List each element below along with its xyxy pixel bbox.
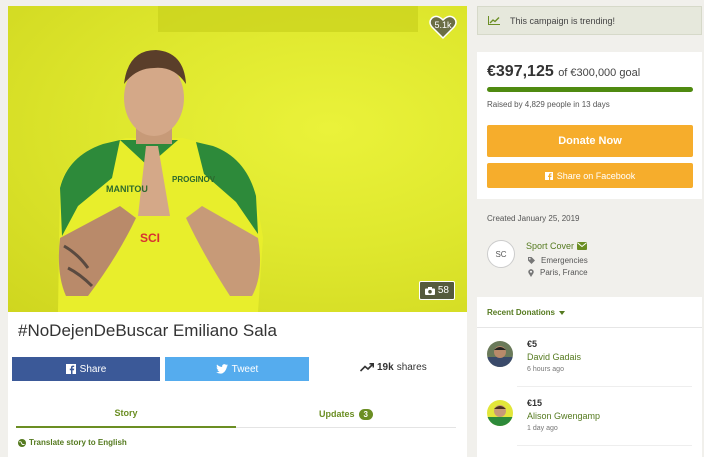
organizer-name-link[interactable]: Sport Cover: [526, 241, 588, 251]
donation-time: 1 day ago: [527, 425, 558, 432]
photo-count: 58: [437, 285, 449, 296]
tab-story-label: Story: [114, 408, 138, 418]
shares-count: 19k: [377, 362, 394, 373]
donor-avatar: [487, 341, 513, 367]
facebook-icon: [65, 364, 76, 374]
organizer-avatar[interactable]: SC: [487, 240, 515, 268]
goal-text: of €300,000 goal: [558, 67, 641, 79]
organizer-category: Emergencies: [528, 256, 588, 265]
donate-label: Donate Now: [558, 135, 622, 147]
trending-chart-icon: [488, 16, 500, 25]
shares-counter: 19k shares: [360, 362, 427, 373]
tab-updates[interactable]: Updates 3: [236, 400, 456, 428]
facebook-share-button[interactable]: Share: [12, 357, 160, 381]
photo-gallery-button[interactable]: 58: [418, 281, 455, 300]
facebook-icon: [544, 171, 553, 180]
donation-amount: €15: [527, 398, 543, 408]
organizer-location: Paris, France: [528, 268, 588, 277]
caret-down-icon: [559, 310, 566, 315]
facebook-share-label: Share on Facebook: [556, 170, 636, 181]
donation-amount: €5: [527, 339, 538, 349]
donor-avatar: [487, 400, 513, 426]
svg-text:PROGINOV: PROGINOV: [172, 175, 216, 184]
trending-banner: This campaign is trending!: [477, 6, 702, 35]
translate-label: Translate story to English: [29, 438, 127, 447]
raised-by-text: Raised by 4,829 people in 13 days: [487, 100, 610, 109]
campaign-title: #NoDejenDeBuscar Emiliano Sala: [18, 321, 277, 340]
donate-now-button[interactable]: Donate Now: [487, 125, 693, 157]
globe-icon: [18, 438, 26, 447]
share-label: Share: [79, 363, 107, 375]
organizer-location-label: Paris, France: [540, 268, 588, 277]
funding-amount: €397,125 of €300,000 goal: [487, 63, 640, 81]
funding-progress-bar: [487, 87, 693, 92]
recent-donations-heading: Recent Donations: [487, 308, 556, 317]
funding-card: €397,125 of €300,000 goal Raised by 4,82…: [477, 52, 702, 199]
donation-item: €5 David Gadais 6 hours ago: [487, 339, 692, 389]
updates-count-badge: 3: [358, 408, 373, 420]
trending-up-icon: [360, 363, 374, 372]
tag-icon: [528, 257, 535, 264]
envelope-icon[interactable]: [577, 242, 588, 250]
donor-name[interactable]: Alison Gwengamp: [527, 411, 600, 421]
created-date: Created January 25, 2019: [487, 214, 580, 223]
translate-story-link[interactable]: Translate story to English: [18, 438, 127, 447]
organizer-category-label: Emergencies: [541, 256, 588, 265]
recent-donations-card: Recent Donations €5 David Gadais 6 hours…: [477, 297, 702, 457]
tweet-label: Tweet: [231, 363, 259, 375]
tab-story[interactable]: Story: [16, 400, 236, 428]
divider: [477, 327, 702, 328]
shares-label: shares: [396, 362, 427, 373]
trending-text: This campaign is trending!: [510, 15, 616, 26]
likes-count: 5.1k: [434, 20, 452, 30]
organizer-name: Sport Cover: [526, 241, 575, 251]
likes-heart-badge[interactable]: 5.1k: [429, 14, 457, 40]
svg-text:MANITOU: MANITOU: [106, 184, 148, 194]
divider: [517, 386, 692, 387]
donor-name[interactable]: David Gadais: [527, 352, 581, 362]
campaign-hero-image[interactable]: MANITOU PROGINOV SCI 5.1k 58: [8, 6, 467, 312]
location-pin-icon: [528, 268, 534, 277]
campaign-content-card: #NoDejenDeBuscar Emiliano Sala Share Twe…: [8, 312, 467, 457]
raised-amount: €397,125: [487, 63, 554, 80]
svg-text:SCI: SCI: [140, 231, 160, 245]
twitter-icon: [215, 364, 228, 374]
story-tabs: Story Updates 3: [16, 400, 456, 428]
donation-time: 6 hours ago: [527, 366, 564, 373]
tab-updates-label: Updates: [319, 409, 355, 419]
player-photo: MANITOU PROGINOV SCI: [58, 50, 263, 312]
camera-icon: [424, 286, 435, 295]
tweet-button[interactable]: Tweet: [165, 357, 309, 381]
share-on-facebook-button[interactable]: Share on Facebook: [487, 163, 693, 188]
recent-donations-dropdown[interactable]: Recent Donations: [487, 308, 566, 317]
divider: [517, 445, 692, 446]
donation-item: €15 Alison Gwengamp 1 day ago: [487, 398, 692, 448]
